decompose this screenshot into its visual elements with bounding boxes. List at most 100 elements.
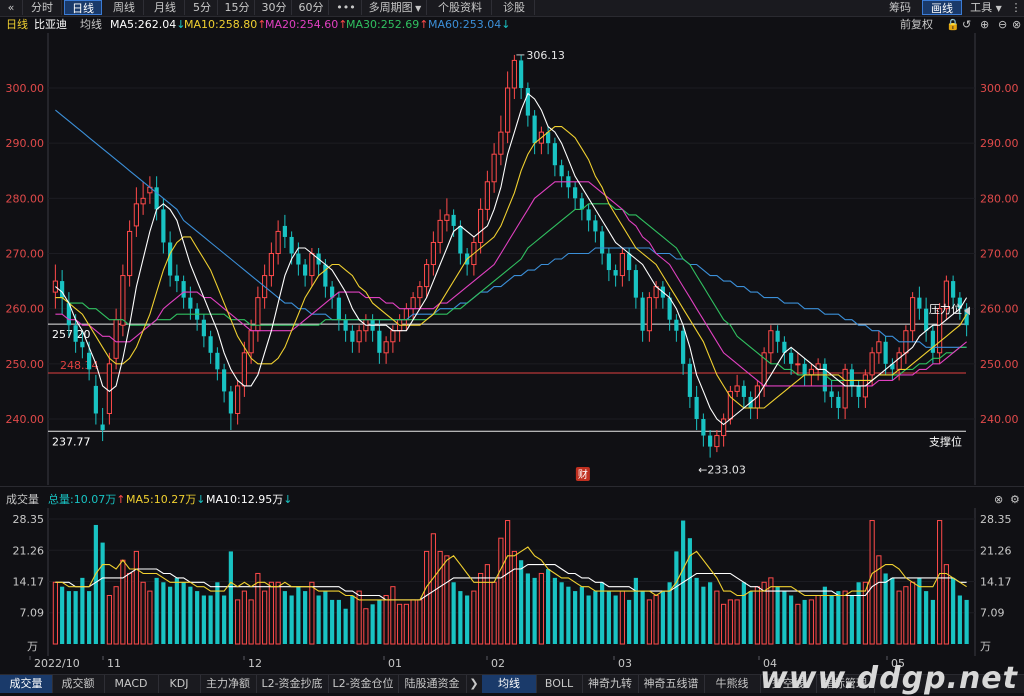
avg-label[interactable]: 均线 — [80, 17, 102, 33]
candle-up — [424, 264, 430, 288]
tab-2[interactable]: 周线 — [105, 0, 144, 15]
close-icon[interactable]: ⊗ — [994, 492, 1003, 508]
gear-icon[interactable]: ⚙ — [1010, 492, 1020, 508]
vol-tick-label-right: 28.35 — [980, 513, 1012, 526]
candle-down — [100, 424, 105, 431]
volume-bar-up — [910, 581, 916, 645]
indicator-tab-11[interactable]: 神奇五线谱 — [638, 675, 705, 693]
volume-bar-up — [721, 603, 727, 645]
ma10-value: MA10:258.80↑ — [184, 17, 266, 33]
candle-up — [910, 297, 916, 332]
indicator-tab-3[interactable]: KDJ — [158, 675, 201, 693]
indicator-tab-2[interactable]: MACD — [104, 675, 159, 693]
volume-bar-up — [727, 599, 733, 645]
candle-down — [593, 220, 598, 232]
volume-bar-down — [924, 591, 929, 644]
tab-11[interactable]: 诊股 — [494, 0, 535, 15]
volume-ma5: MA5:10.27万↓ — [126, 492, 205, 508]
volume-bar-up — [268, 581, 274, 645]
ma-legend-bar: 日线 比亚迪 均线 MA5:262.04↓ MA10:258.80↑ MA20:… — [0, 17, 1024, 33]
candle-down — [168, 242, 173, 276]
tab-4[interactable]: 5分 — [187, 0, 218, 15]
volume-bar-up — [120, 559, 126, 645]
candle-down — [573, 187, 578, 199]
indicator-tab-0[interactable]: 成交量 — [0, 675, 53, 693]
candle-down — [586, 209, 591, 221]
indicator-tab-10[interactable]: 神奇九转 — [582, 675, 639, 693]
double-chevron-left-icon[interactable]: « — [0, 0, 23, 15]
candle-down — [640, 297, 645, 331]
volume-bar-up — [734, 599, 740, 645]
volume-bar-up — [430, 533, 436, 645]
volume-bar-down — [519, 560, 524, 644]
volume-ma5-text: MA5:10.27万 — [126, 493, 197, 506]
volume-bar-down — [890, 577, 895, 644]
ma60-value: MA60:253.04↓ — [428, 17, 510, 33]
tab-1[interactable]: 日线 — [64, 0, 102, 15]
indicator-tab-9[interactable]: BOLL — [536, 675, 583, 693]
candle-up — [309, 253, 315, 277]
candle-down — [377, 330, 382, 353]
volume-bar-down — [208, 595, 213, 644]
volume-bar-up — [133, 550, 139, 645]
candle-down — [600, 231, 605, 254]
candle-down — [181, 281, 186, 298]
volume-bar-up — [437, 550, 443, 645]
volume-bar-down — [674, 551, 679, 644]
price-chart[interactable]: 300.00 290.00 280.00 270.00 260.00 250.00 240.… — [0, 33, 1024, 485]
tab-5[interactable]: 15分 — [220, 0, 255, 15]
y-tick-label: 240.00 — [6, 413, 45, 426]
scroll-right-icon[interactable]: ❯ — [466, 675, 483, 693]
indicator-tab-5[interactable]: L2-资金抄底 — [256, 675, 329, 693]
chips-button[interactable]: 筹码 — [880, 0, 920, 15]
tab-0[interactable]: 分时 — [23, 0, 62, 15]
candle-down — [451, 214, 456, 226]
close-icon[interactable]: ⊗ — [1012, 17, 1021, 33]
tab-8[interactable]: ••• — [331, 0, 362, 15]
candle-down — [559, 165, 564, 177]
volume-bar-down — [350, 595, 355, 644]
more-icon[interactable]: ⋮ — [1008, 0, 1024, 15]
y-tick-label: 270.00 — [6, 248, 45, 261]
adjust-mode[interactable]: 前复权 — [900, 17, 933, 33]
y-tick-label: 250.00 — [6, 358, 45, 371]
volume-bar-down — [201, 595, 206, 644]
x-tick-label: 11 — [107, 657, 121, 670]
volume-bar-up — [417, 599, 423, 645]
tab-7[interactable]: 60分 — [294, 0, 329, 15]
line-257-label: 257.20 — [52, 328, 91, 341]
zoom-in-icon[interactable]: ⊕ — [980, 17, 989, 33]
candle-up — [727, 390, 733, 420]
candle-down — [228, 391, 233, 414]
indicator-tab-4[interactable]: 主力净额 — [200, 675, 257, 693]
tab-6[interactable]: 30分 — [257, 0, 292, 15]
ma5-value: MA5:262.04↓ — [110, 17, 185, 33]
volume-bar-up — [896, 590, 902, 645]
candle-down — [222, 369, 227, 392]
volume-bar-up — [903, 586, 909, 645]
zoom-out-icon[interactable]: ⊖ — [998, 17, 1007, 33]
draw-line-button[interactable]: 画线 — [922, 0, 962, 15]
lock-icon[interactable]: 🔒 — [946, 17, 960, 33]
indicator-tab-12[interactable]: 牛熊线 — [704, 675, 761, 693]
volume-bar-up — [505, 520, 511, 645]
volume-bar-up — [106, 594, 112, 645]
indicator-tab-8[interactable]: 均线 — [482, 675, 537, 693]
indicator-tab-1[interactable]: 成交额 — [52, 675, 105, 693]
candle-down — [883, 341, 888, 364]
candle-down — [917, 297, 922, 309]
indicator-tab-7[interactable]: 陆股通资金 — [398, 675, 467, 693]
volume-bar-down — [917, 577, 922, 644]
candle-down — [350, 330, 355, 342]
tab-10[interactable]: 个股资料 — [429, 0, 492, 15]
volume-bar-down — [586, 595, 591, 644]
tools-menu[interactable]: 工具 ▼ — [966, 0, 1006, 15]
undo-icon[interactable]: ↺ — [962, 17, 971, 33]
tab-9[interactable]: 多周期图 ▼ — [364, 0, 427, 15]
indicator-tab-6[interactable]: L2-资金仓位 — [328, 675, 399, 693]
candle-down — [606, 253, 611, 271]
panel-separator — [0, 486, 1024, 487]
volume-chart[interactable]: 28.35 21.26 14.17 7.09 万 28.35 21.26 14.17 7.09… — [0, 508, 1024, 656]
vol-tick-label-right: 14.17 — [980, 576, 1012, 589]
tab-3[interactable]: 月线 — [146, 0, 185, 15]
